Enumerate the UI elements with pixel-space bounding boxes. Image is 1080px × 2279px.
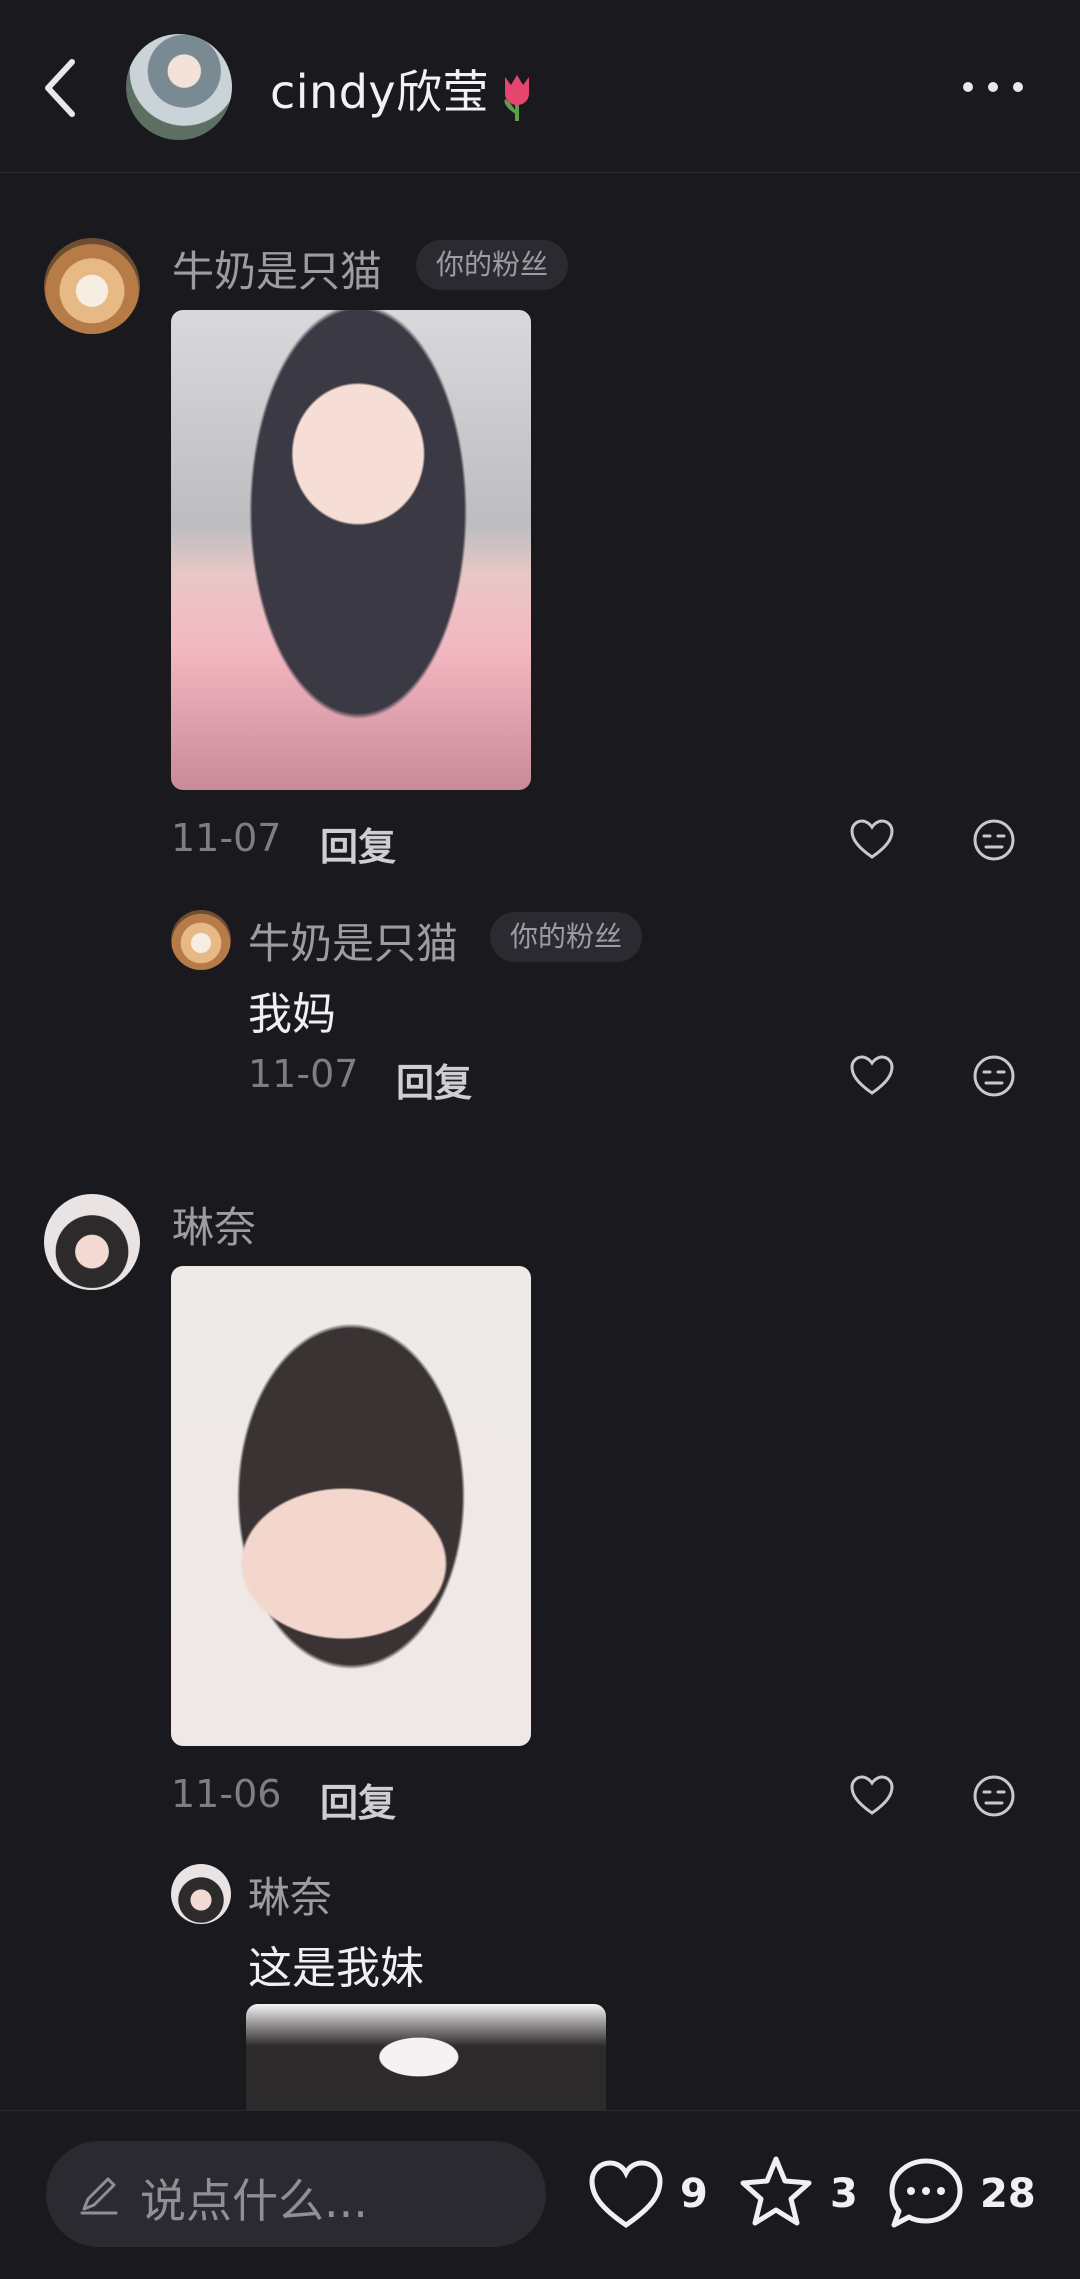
pencil-icon xyxy=(80,2177,118,2215)
commenter-avatar[interactable] xyxy=(44,1194,140,1290)
comment-input[interactable]: 说点什么... xyxy=(46,2141,546,2247)
comment-count: 28 xyxy=(980,2171,1036,2217)
like-count: 9 xyxy=(680,2171,708,2217)
fan-badge: 你的粉丝 xyxy=(490,912,643,962)
emoji-reaction-icon[interactable] xyxy=(970,816,1018,864)
heart-icon[interactable] xyxy=(848,816,896,864)
tulip-emoji-icon xyxy=(504,74,530,121)
author-name[interactable]: cindy欣莹 xyxy=(270,56,537,123)
comment-input-placeholder: 说点什么... xyxy=(140,2174,368,2228)
top-bar: cindy欣莹 xyxy=(0,0,1080,173)
reply-avatar[interactable] xyxy=(171,910,231,970)
fan-badge: 你的粉丝 xyxy=(416,240,569,290)
comment-date: 11-07 xyxy=(171,816,282,860)
emoji-reaction-icon[interactable] xyxy=(970,1052,1018,1100)
comment-photo[interactable] xyxy=(171,1266,531,1746)
favorite-star-icon[interactable] xyxy=(736,2153,816,2233)
heart-icon[interactable] xyxy=(848,1772,896,1820)
reply-date: 11-07 xyxy=(248,1052,359,1096)
reply-button[interactable]: 回复 xyxy=(396,1052,472,1107)
commenter-name[interactable]: 琳奈 xyxy=(172,1194,256,1255)
reply-button[interactable]: 回复 xyxy=(320,1772,396,1827)
emoji-reaction-icon[interactable] xyxy=(970,1772,1018,1820)
reply-text: 我妈 xyxy=(248,989,336,1040)
bottom-action-bar: 说点什么... 9 3 28 xyxy=(0,2110,1080,2279)
reply-photo[interactable] xyxy=(246,2004,606,2110)
favorite-count: 3 xyxy=(830,2171,858,2217)
reply-commenter-name[interactable]: 琳奈 xyxy=(248,1864,332,1925)
reply-button[interactable]: 回复 xyxy=(320,816,396,871)
reply-avatar[interactable] xyxy=(171,1864,231,1924)
comment-bubble-icon[interactable] xyxy=(886,2155,966,2235)
commenter-avatar[interactable] xyxy=(44,238,140,334)
comment-photo[interactable] xyxy=(171,310,531,790)
back-arrow-icon[interactable] xyxy=(34,52,90,124)
author-name-text: cindy欣莹 xyxy=(270,65,490,119)
commenter-name[interactable]: 牛奶是只猫 xyxy=(172,238,382,299)
more-options-icon[interactable] xyxy=(958,72,1028,102)
comment-date: 11-06 xyxy=(171,1772,282,1816)
reply-text: 这是我妹 xyxy=(248,1943,424,1994)
heart-icon[interactable] xyxy=(848,1052,896,1100)
like-heart-icon[interactable] xyxy=(586,2155,666,2235)
author-avatar[interactable] xyxy=(126,34,232,140)
reply-commenter-name[interactable]: 牛奶是只猫 xyxy=(248,910,458,971)
